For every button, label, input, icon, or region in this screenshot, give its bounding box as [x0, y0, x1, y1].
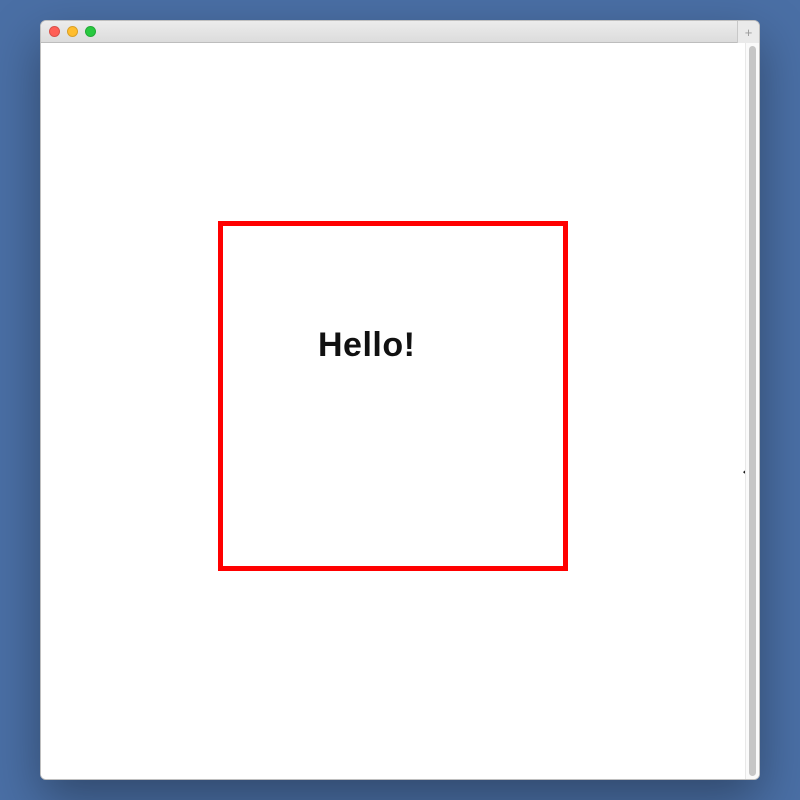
close-button[interactable]	[49, 26, 60, 37]
hello-label: Hello!	[318, 326, 415, 365]
content-outer: Hello! ↔	[41, 43, 759, 779]
vertical-scrollbar[interactable]	[745, 43, 759, 779]
traffic-lights	[49, 26, 96, 37]
red-box: Hello!	[218, 221, 568, 571]
minimize-button[interactable]	[67, 26, 78, 37]
application-window: + Hello! ↔	[40, 20, 760, 780]
content-area: Hello! ↔	[41, 43, 745, 779]
plus-icon: +	[745, 25, 753, 40]
new-tab-button[interactable]: +	[737, 21, 759, 43]
scrollbar-thumb[interactable]	[749, 46, 756, 776]
maximize-button[interactable]	[85, 26, 96, 37]
titlebar[interactable]: +	[41, 21, 759, 43]
